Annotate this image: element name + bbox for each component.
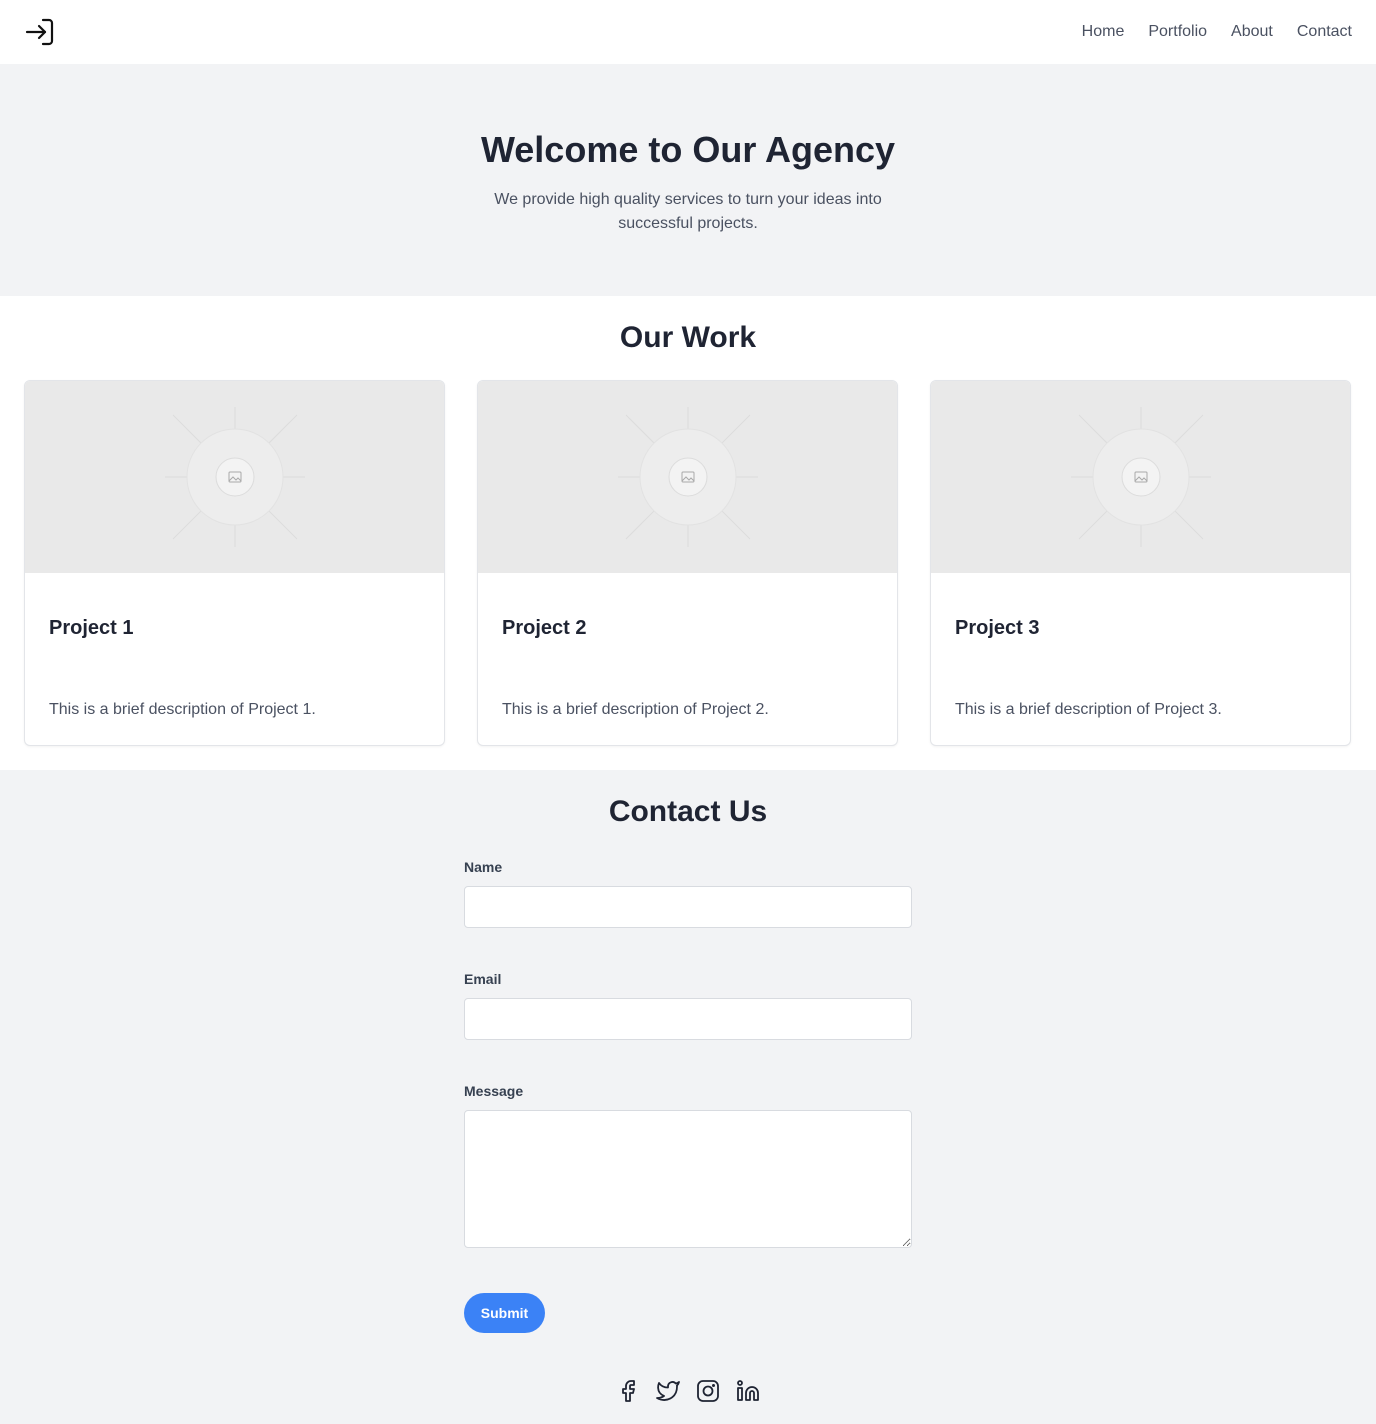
project-description: This is a brief description of Project 1… [49, 701, 316, 718]
project-title: Project 2 [502, 617, 587, 639]
name-field[interactable] [464, 886, 912, 928]
name-label: Name [464, 859, 503, 875]
message-field[interactable] [464, 1110, 912, 1248]
image-placeholder-icon [617, 407, 758, 547]
nav-portfolio-link[interactable]: Portfolio [1148, 23, 1207, 41]
image-placeholder-icon [164, 407, 305, 547]
nav-about-link[interactable]: About [1231, 23, 1273, 41]
submit-button[interactable]: Submit [464, 1293, 545, 1333]
project-image [25, 381, 444, 573]
project-image [931, 381, 1350, 573]
main-nav: Home Portfolio About Contact [1082, 23, 1352, 41]
project-title: Project 1 [49, 617, 134, 639]
project-cards: Project 1 This is a brief description of… [24, 380, 1352, 746]
email-label: Email [464, 971, 502, 987]
twitter-icon[interactable] [656, 1379, 680, 1403]
nav-home-link[interactable]: Home [1082, 23, 1125, 41]
hero-subtitle: We provide high quality services to turn… [494, 191, 882, 232]
work-section: Our Work Project 1 This is a brief descr… [0, 296, 1376, 770]
project-description: This is a brief description of Project 2… [502, 701, 769, 718]
project-image [478, 381, 897, 573]
contact-section: Contact Us Name Email Message Submit [0, 770, 1376, 1424]
project-description: This is a brief description of Project 3… [955, 701, 1222, 718]
social-links [0, 1379, 1376, 1403]
project-card[interactable]: Project 3 This is a brief description of… [930, 380, 1351, 746]
image-placeholder-icon [1070, 407, 1211, 547]
contact-form: Name Email Message Submit [464, 858, 912, 1333]
hero-title: Welcome to Our Agency [480, 129, 896, 170]
project-card[interactable]: Project 2 This is a brief description of… [477, 380, 898, 746]
navbar: Home Portfolio About Contact [0, 0, 1376, 64]
message-label: Message [464, 1083, 524, 1099]
contact-title: Contact Us [608, 795, 768, 828]
login-arrow-icon[interactable] [24, 16, 56, 48]
project-title: Project 3 [955, 617, 1040, 639]
project-card[interactable]: Project 1 This is a brief description of… [24, 380, 445, 746]
work-title: Our Work [619, 321, 757, 354]
nav-contact-link[interactable]: Contact [1297, 23, 1352, 41]
instagram-icon[interactable] [696, 1379, 720, 1403]
hero-section: Welcome to Our Agency We provide high qu… [0, 64, 1376, 296]
facebook-icon[interactable] [616, 1379, 640, 1403]
linkedin-icon[interactable] [736, 1379, 760, 1403]
email-field[interactable] [464, 998, 912, 1040]
